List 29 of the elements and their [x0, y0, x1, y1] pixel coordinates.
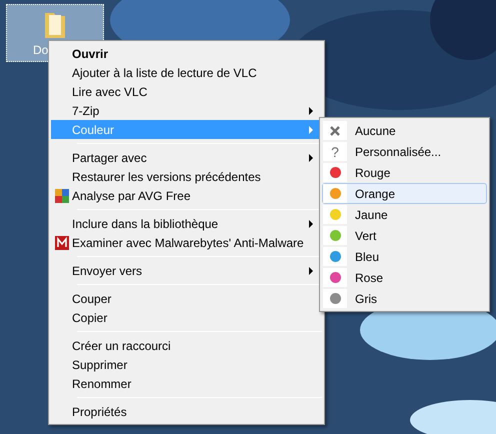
menu-item[interactable]: Supprimer: [51, 355, 322, 374]
menu-item[interactable]: Partager avec: [51, 148, 322, 167]
menu-item[interactable]: Lire avec VLC: [51, 82, 322, 101]
menu-item[interactable]: Aucune: [322, 120, 487, 141]
menu-item[interactable]: Propriétés: [51, 402, 322, 421]
menu-item[interactable]: Rose: [322, 267, 487, 288]
menu-item[interactable]: ? Personnalisée...: [322, 141, 487, 162]
menu-item[interactable]: Renommer: [51, 374, 322, 393]
menu-item[interactable]: Bleu: [322, 246, 487, 267]
menu-item[interactable]: Couper: [51, 289, 322, 308]
squares-icon: [54, 188, 68, 202]
menu-item[interactable]: Inclure dans la bibliothèque: [51, 214, 322, 233]
menu-item[interactable]: Rouge: [322, 162, 487, 183]
menu-item[interactable]: Copier: [51, 308, 322, 327]
menu-item[interactable]: Créer un raccourci: [51, 336, 322, 355]
menu-item[interactable]: Envoyer vers: [51, 261, 322, 280]
menu-item[interactable]: Orange: [322, 183, 487, 204]
question-mark-icon: ?: [331, 144, 339, 158]
menu-item[interactable]: Analyse par AVG Free: [51, 186, 322, 205]
menu-item[interactable]: Examiner avec Malwarebytes' Anti-Malware: [51, 233, 322, 252]
menu-item[interactable]: Restaurer les versions précédentes: [51, 167, 322, 186]
menu-item[interactable]: Ajouter à la liste de lecture de VLC: [51, 63, 322, 82]
menu-item[interactable]: Jaune: [322, 204, 487, 225]
desktop-icon-label: Do: [33, 42, 48, 59]
menu-item[interactable]: 7-Zip: [51, 101, 322, 120]
menu-item[interactable]: Gris: [322, 288, 487, 309]
letter-m-icon: [54, 236, 68, 250]
menu-item[interactable]: Vert: [322, 225, 487, 246]
cross-icon: [330, 126, 340, 136]
